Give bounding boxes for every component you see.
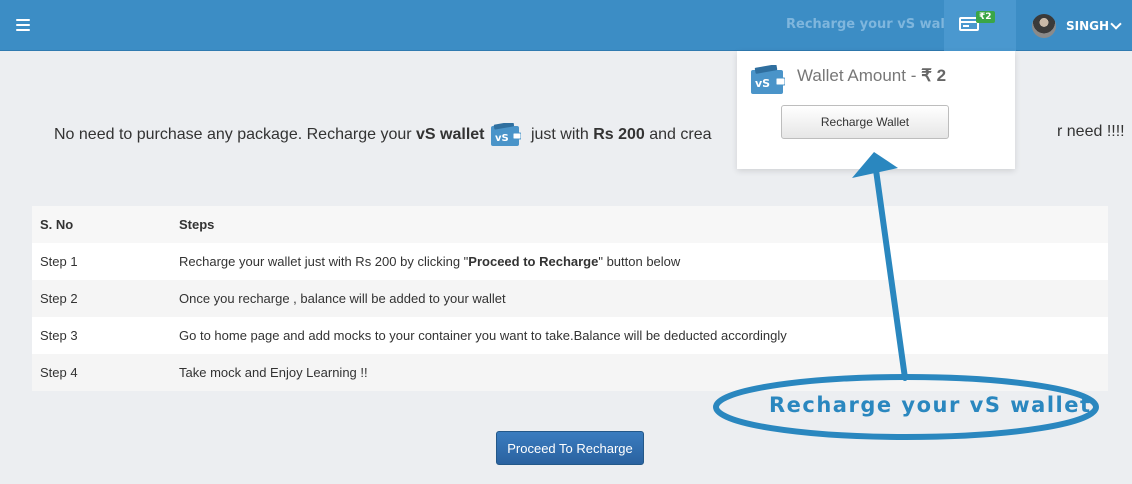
table-header-row: S. No Steps (32, 206, 1108, 243)
table-row: Step 4 Take mock and Enjoy Learning !! (32, 354, 1108, 391)
wallet-amount-label: Wallet Amount - (797, 66, 922, 85)
steps-table: S. No Steps Step 1 Recharge your wallet … (32, 206, 1108, 391)
step-text: Go to home page and add mocks to your co… (171, 317, 1108, 354)
top-navbar: Recharge your vS wallet ₹2 SINGH (0, 0, 1132, 51)
step-text: Take mock and Enjoy Learning !! (171, 354, 1108, 391)
table-row: Step 1 Recharge your wallet just with Rs… (32, 243, 1108, 280)
vs-wallet-icon: vS (490, 121, 521, 147)
annotation-label: Recharge your vS wallet (769, 393, 1092, 417)
wallet-balance-badge: ₹2 (976, 11, 995, 23)
table-row: Step 2 Once you recharge , balance will … (32, 280, 1108, 317)
step-text-after: " button below (598, 254, 681, 269)
vs-wallet-icon: vS (751, 64, 786, 95)
headline-middle: just with (526, 126, 594, 144)
column-header-steps: Steps (171, 206, 1108, 243)
wallet-button[interactable]: ₹2 (944, 0, 1016, 51)
column-header-sno: S. No (32, 206, 171, 243)
svg-text:vS: vS (495, 133, 509, 144)
svg-text:vS: vS (755, 77, 770, 90)
wallet-dropdown: vS Wallet Amount - ₹ 2 Recharge Wallet (737, 51, 1015, 169)
step-number: Step 2 (32, 280, 171, 317)
menu-icon[interactable] (16, 19, 30, 31)
step-number: Step 1 (32, 243, 171, 280)
step-text: Recharge your wallet just with Rs 200 by… (171, 243, 1108, 280)
proceed-to-recharge-button[interactable]: Proceed To Recharge (496, 431, 644, 465)
table-row: Step 3 Go to home page and add mocks to … (32, 317, 1108, 354)
step-text: Once you recharge , balance will be adde… (171, 280, 1108, 317)
avatar[interactable] (1032, 14, 1056, 38)
user-name[interactable]: SINGH (1066, 19, 1109, 33)
headline: No need to purchase any package. Recharg… (54, 121, 712, 147)
wallet-amount-value: ₹ 2 (921, 66, 947, 85)
headline-prefix: No need to purchase any package. Recharg… (54, 126, 417, 144)
recharge-wallet-button[interactable]: Recharge Wallet (781, 105, 949, 139)
chevron-down-icon[interactable] (1110, 18, 1122, 30)
step-number: Step 4 (32, 354, 171, 391)
headline-suffix: and crea (644, 126, 712, 144)
step-number: Step 3 (32, 317, 171, 354)
recharge-wallet-link[interactable]: Recharge your vS wallet (786, 17, 964, 32)
headline-wallet: vS wallet (416, 126, 485, 144)
wallet-amount-title: Wallet Amount - ₹ 2 (797, 66, 946, 86)
step-text-before: Recharge your wallet just with Rs 200 by… (179, 254, 469, 269)
headline-amount: Rs 200 (593, 126, 645, 144)
step-text-bold: Proceed to Recharge (468, 254, 599, 269)
headline-tail: r need !!!! (1057, 123, 1125, 140)
